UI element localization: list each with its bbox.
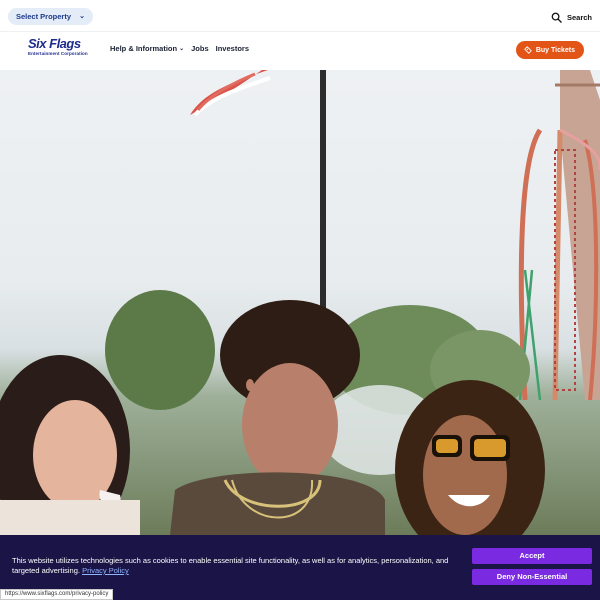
chevron-down-icon: ⌄ xyxy=(179,46,185,52)
ticket-icon xyxy=(524,46,532,54)
cookie-text: This website utilizes technologies such … xyxy=(12,556,449,575)
select-property-dropdown[interactable]: Select Property ⌄ xyxy=(8,8,94,25)
nav-jobs[interactable]: Jobs xyxy=(191,44,209,53)
hero-illustration xyxy=(0,70,600,535)
buy-tickets-label: Buy Tickets xyxy=(535,46,575,54)
deny-non-essential-button[interactable]: Deny Non-Essential xyxy=(472,569,592,585)
utility-bar: Select Property ⌄ Search xyxy=(0,0,600,32)
cookie-message: This website utilizes technologies such … xyxy=(12,556,467,576)
nav-help-label: Help & Information xyxy=(110,44,178,53)
nav-links: Help & Information ⌄ Jobs Investors xyxy=(110,44,249,53)
six-flags-logo[interactable]: Six Flags Entertainment Corporation xyxy=(28,37,92,63)
nav-investors-label: Investors xyxy=(215,44,249,53)
search-button[interactable]: Search xyxy=(551,10,592,24)
hero-image xyxy=(0,70,600,535)
status-bar-url: https://www.sixflags.com/privacy-policy xyxy=(0,589,114,600)
nav-help-information[interactable]: Help & Information ⌄ xyxy=(110,44,184,53)
main-nav: Six Flags Entertainment Corporation Help… xyxy=(0,32,600,70)
chevron-down-icon: ⌄ xyxy=(79,13,86,20)
search-label: Search xyxy=(566,12,592,22)
nav-jobs-label: Jobs xyxy=(191,44,209,53)
select-property-label: Select Property xyxy=(16,12,72,21)
logo-brand-text: Six Flags xyxy=(28,36,81,51)
nav-investors[interactable]: Investors xyxy=(216,44,249,53)
privacy-policy-link[interactable]: Privacy Policy xyxy=(82,566,129,575)
buy-tickets-button[interactable]: Buy Tickets xyxy=(515,41,584,59)
logo-sub-text: Entertainment Corporation xyxy=(28,51,88,56)
accept-cookies-button[interactable]: Accept xyxy=(472,548,592,564)
search-icon xyxy=(551,12,562,23)
